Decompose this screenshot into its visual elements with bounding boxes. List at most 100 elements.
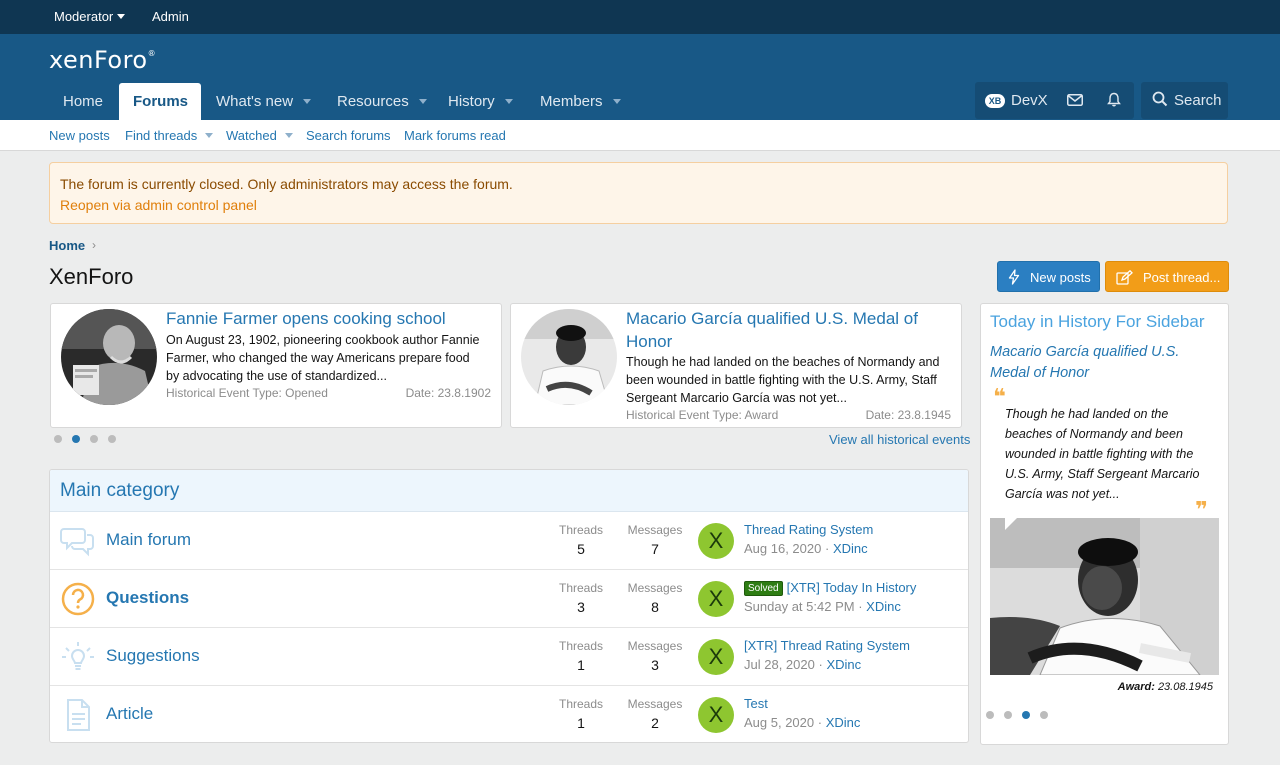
breadcrumb-home[interactable]: Home: [49, 238, 85, 253]
nav-tab-forums[interactable]: Forums: [119, 83, 201, 120]
site-logo[interactable]: xenForo®: [49, 46, 156, 74]
moderator-menu[interactable]: Moderator: [54, 9, 126, 24]
forum-row: Article Threads 1 Messages 2 X Test Aug 5,…: [50, 686, 968, 742]
forum-row: Main forum Threads 5 Messages 7 X Thread R…: [50, 512, 968, 570]
chevron-down-icon[interactable]: [284, 133, 293, 138]
user-nav-group: XB DevX: [975, 82, 1134, 119]
notice-text: The forum is currently closed. Only admi…: [60, 176, 513, 192]
event-image-cooking[interactable]: [61, 309, 157, 405]
meta-separator: ·: [858, 599, 863, 614]
question-icon: [60, 581, 96, 617]
threads-count: 3: [577, 599, 585, 615]
nav-tab-home[interactable]: Home: [49, 83, 117, 120]
carousel-dot-active[interactable]: [72, 435, 80, 443]
subnav-mark-read[interactable]: Mark forums read: [404, 128, 506, 143]
account-link[interactable]: XB DevX: [985, 82, 1048, 119]
last-post-user[interactable]: XDinc: [866, 599, 901, 614]
last-post-date: Jul 28, 2020: [744, 657, 815, 672]
forum-title[interactable]: Questions: [106, 588, 189, 608]
sidebar-carousel-dot[interactable]: [1040, 711, 1048, 719]
sidebar-event-image[interactable]: [990, 518, 1219, 675]
sidebar-carousel-dot-active[interactable]: [1022, 711, 1030, 719]
view-all-events-link[interactable]: View all historical events: [829, 432, 970, 447]
logo-text: xenForo: [49, 46, 148, 74]
quote-tail: [1005, 518, 1017, 530]
last-post-title-wrap[interactable]: Solved [XTR] Today In History: [744, 580, 916, 596]
last-poster-avatar[interactable]: X: [698, 639, 734, 675]
sidebar-event-title[interactable]: Macario García qualified U.S. Medal of H…: [990, 342, 1210, 384]
forum-title[interactable]: Suggestions: [106, 646, 200, 666]
chevron-down-icon[interactable]: [418, 99, 427, 104]
bell-icon[interactable]: [1107, 82, 1121, 119]
forum-title[interactable]: Article: [106, 704, 153, 724]
event-title[interactable]: Fannie Farmer opens cooking school: [166, 308, 446, 330]
carousel-dot[interactable]: [108, 435, 116, 443]
last-post-title[interactable]: [XTR] Today In History: [787, 580, 917, 595]
chevron-down-icon: [117, 14, 126, 19]
inbox-icon[interactable]: [1067, 82, 1083, 119]
subnav-search-forums[interactable]: Search forums: [306, 128, 391, 143]
event-image-medal[interactable]: [521, 309, 617, 405]
forum-category-block: Main category Main forum Threads 5 Messag…: [49, 469, 969, 743]
messages-count: 2: [651, 715, 659, 731]
search-button[interactable]: Search: [1141, 82, 1228, 119]
last-post-user[interactable]: XDinc: [826, 657, 861, 672]
search-label: Search: [1174, 92, 1222, 109]
chevron-down-icon[interactable]: [205, 133, 214, 138]
messages-count: 8: [651, 599, 659, 615]
last-poster-avatar[interactable]: X: [698, 697, 734, 733]
post-thread-button[interactable]: Post thread...: [1105, 261, 1229, 292]
last-poster-avatar[interactable]: X: [698, 523, 734, 559]
carousel-dot[interactable]: [90, 435, 98, 443]
category-title[interactable]: Main category: [60, 480, 179, 502]
carousel-dot[interactable]: [54, 435, 62, 443]
search-icon: [1152, 82, 1168, 119]
user-name: DevX: [1011, 92, 1048, 109]
subnav-find-threads[interactable]: Find threads: [125, 128, 214, 143]
sidebar-carousel-dot[interactable]: [986, 711, 994, 719]
reopen-link[interactable]: Reopen via admin control panel: [60, 197, 257, 213]
last-post-title[interactable]: Thread Rating System: [744, 522, 873, 537]
nav-tab-members[interactable]: Members: [526, 83, 635, 120]
admin-link[interactable]: Admin: [152, 9, 189, 24]
last-post-user[interactable]: XDinc: [826, 715, 861, 730]
nav-label: What's new: [216, 93, 294, 110]
threads-label: Threads: [558, 697, 604, 711]
quote-line: U.S. Army, Staff Sergeant Marcario: [1005, 467, 1200, 481]
threads-label: Threads: [558, 581, 604, 595]
messages-label: Messages: [627, 639, 683, 653]
breadcrumb-separator: ›: [92, 238, 96, 252]
last-post-title[interactable]: Test: [744, 696, 768, 711]
new-posts-button[interactable]: New posts: [997, 261, 1100, 292]
nav-tab-history[interactable]: History: [434, 83, 527, 120]
sidebar-event-title-line: Medal of Honor: [990, 365, 1090, 381]
award-date: 23.08.1945: [1157, 681, 1213, 693]
chevron-down-icon[interactable]: [303, 99, 312, 104]
today-in-history-sidebar: Today in History For Sidebar Macario Gar…: [980, 303, 1229, 745]
event-excerpt-line: On August 23, 1902, pioneering cookbook …: [166, 333, 480, 347]
award-label: Award:: [1117, 681, 1155, 693]
nav-tab-whats-new[interactable]: What's new: [202, 83, 325, 120]
last-post-title[interactable]: [XTR] Thread Rating System: [744, 638, 910, 653]
subnav-watched[interactable]: Watched: [226, 128, 293, 143]
subnav-new-posts[interactable]: New posts: [49, 128, 110, 143]
messages-count: 3: [651, 657, 659, 673]
sidebar-carousel-dot[interactable]: [1004, 711, 1012, 719]
forum-title[interactable]: Main forum: [106, 530, 191, 550]
quote-line: García was not yet...: [1005, 487, 1120, 501]
chevron-down-icon[interactable]: [612, 99, 621, 104]
sidebar-award-info: Award: 23.08.1945: [1118, 681, 1213, 693]
nav-tab-resources[interactable]: Resources: [323, 83, 441, 120]
last-poster-avatar[interactable]: X: [698, 581, 734, 617]
event-title[interactable]: Macario García qualified U.S. Medal of: [626, 308, 918, 330]
threads-count: 1: [577, 657, 585, 673]
chevron-down-icon[interactable]: [504, 99, 513, 104]
event-title-cont[interactable]: Honor: [626, 331, 672, 353]
site-header: xenForo® Home Forums What's new Resource…: [0, 34, 1280, 120]
solved-badge: Solved: [744, 581, 783, 596]
event-excerpt-line: by advocating the use of standardized...: [166, 369, 387, 383]
event-date: Date: 23.8.1902: [405, 386, 491, 400]
edit-icon: [1116, 262, 1133, 293]
last-post-user[interactable]: XDinc: [833, 541, 868, 556]
quote-line: beaches of Normandy and been: [1005, 427, 1183, 441]
